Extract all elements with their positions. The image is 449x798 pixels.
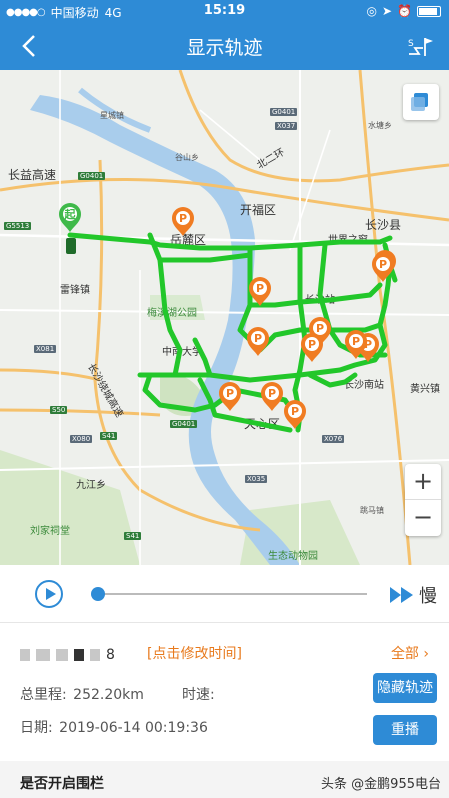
mileage-value: 252.20km bbox=[73, 687, 144, 703]
layer-toggle-button[interactable] bbox=[403, 84, 439, 120]
replay-button[interactable]: 重播 bbox=[373, 715, 437, 745]
svg-text:P: P bbox=[308, 338, 316, 351]
svg-text:P: P bbox=[254, 332, 262, 345]
date-field: 日期: 2019-06-14 00:19:36 bbox=[20, 717, 208, 737]
plate-mask bbox=[74, 649, 84, 661]
fence-label: 是否开启围栏 bbox=[20, 776, 104, 792]
hide-track-button[interactable]: 隐藏轨迹 bbox=[373, 673, 437, 703]
svg-text:P: P bbox=[256, 282, 264, 295]
edit-time-link[interactable]: [点击修改时间] bbox=[147, 643, 242, 663]
svg-text:S: S bbox=[408, 39, 414, 49]
layers-icon bbox=[411, 93, 428, 111]
route-flag-icon: S bbox=[408, 38, 433, 56]
license-plate: 8 bbox=[20, 647, 115, 663]
zoom-out-button[interactable]: − bbox=[405, 500, 441, 536]
track-map[interactable]: 长益高速 开福区 长沙县 岳麓区 世界之窗 雷锋镇 梅溪湖公园 长沙站 中南大学… bbox=[0, 70, 449, 565]
plate-suffix: 8 bbox=[106, 647, 115, 663]
mileage-label: 总里程: bbox=[20, 687, 67, 703]
track-info-panel: 8 [点击修改时间] 全部 › 总里程: 252.20km 时速: 日期: 20… bbox=[0, 623, 449, 761]
speed-label: 时速: bbox=[182, 687, 215, 703]
zoom-in-button[interactable]: + bbox=[405, 464, 441, 500]
watermark: 头条 @金鹏955电台 bbox=[321, 777, 441, 792]
svg-text:P: P bbox=[226, 387, 234, 400]
date-label: 日期: bbox=[20, 720, 53, 736]
status-bar: ●●●●○ 中国移动 4G 15:19 ◎ ➤ ⏰ bbox=[0, 0, 449, 22]
route-flag-button[interactable]: S bbox=[405, 32, 435, 60]
battery-icon bbox=[417, 5, 441, 17]
parking-marker[interactable]: P bbox=[247, 327, 269, 356]
lock-icon: ◎ bbox=[366, 4, 377, 18]
location-icon: ➤ bbox=[381, 4, 393, 18]
navigation-bar: 显示轨迹 S bbox=[0, 22, 449, 70]
speed-field: 时速: bbox=[182, 684, 215, 704]
svg-text:P: P bbox=[179, 212, 187, 225]
mileage-field: 总里程: 252.20km bbox=[20, 684, 144, 704]
speed-toggle-button[interactable]: 慢 bbox=[389, 583, 437, 607]
date-value: 2019-06-14 00:19:36 bbox=[59, 720, 208, 736]
plate-mask bbox=[90, 649, 100, 661]
playback-bar: 慢 bbox=[0, 565, 449, 623]
svg-text:P: P bbox=[352, 335, 360, 348]
svg-text:P: P bbox=[291, 405, 299, 418]
parking-marker[interactable]: P bbox=[219, 382, 241, 411]
start-marker[interactable]: 起 bbox=[59, 203, 81, 232]
page-title: 显示轨迹 bbox=[186, 37, 263, 59]
svg-text:P: P bbox=[268, 387, 276, 400]
plate-mask bbox=[56, 649, 68, 661]
plate-mask bbox=[36, 649, 50, 661]
fast-forward-icon bbox=[390, 587, 413, 603]
alarm-icon: ⏰ bbox=[397, 4, 412, 18]
playback-progress-knob[interactable] bbox=[91, 587, 105, 601]
zoom-control: + − bbox=[405, 464, 441, 536]
parking-marker[interactable]: P bbox=[284, 400, 306, 429]
svg-text:P: P bbox=[379, 258, 387, 271]
parking-marker[interactable]: P bbox=[172, 207, 194, 236]
plate-mask bbox=[20, 649, 30, 661]
all-link[interactable]: 全部 › bbox=[391, 643, 429, 663]
track-overlay: PPPPPPPPPPPP起 bbox=[59, 203, 398, 433]
svg-text:P: P bbox=[316, 322, 324, 335]
playback-progress-track[interactable] bbox=[97, 593, 367, 595]
parking-marker[interactable]: P bbox=[261, 382, 283, 411]
vehicle-icon bbox=[66, 238, 76, 254]
play-button[interactable] bbox=[35, 580, 63, 608]
svg-text:起: 起 bbox=[64, 207, 77, 221]
fence-row[interactable]: 是否开启围栏 头条 @金鹏955电台 bbox=[0, 761, 449, 798]
speed-label: 慢 bbox=[419, 586, 437, 607]
